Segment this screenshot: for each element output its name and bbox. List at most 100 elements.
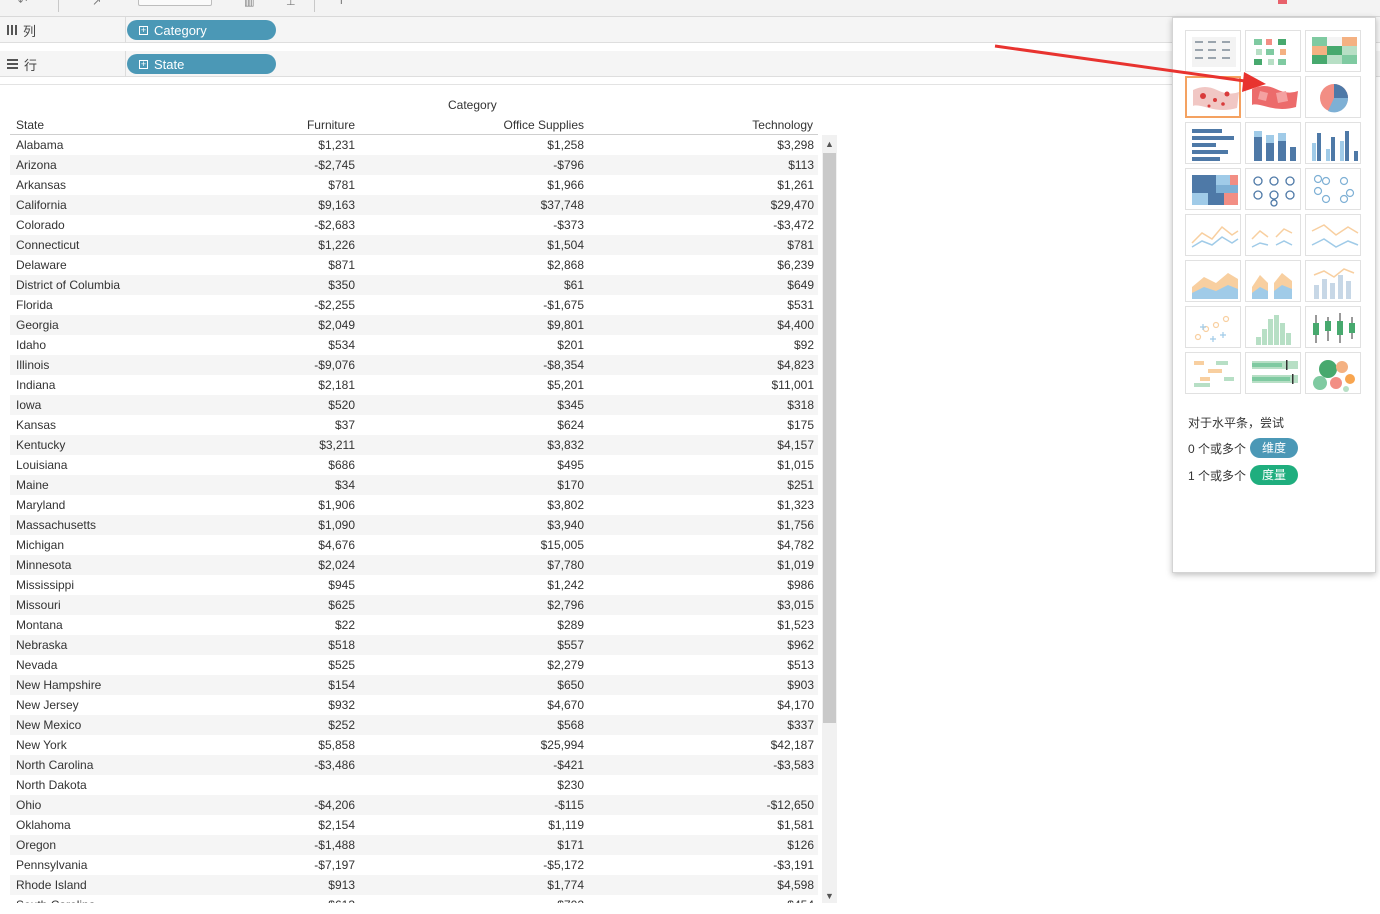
furniture-cell[interactable]: -$2,745 <box>314 158 355 172</box>
technology-cell[interactable]: $1,756 <box>777 518 814 532</box>
technology-cell[interactable]: -$3,191 <box>773 858 814 872</box>
furniture-cell[interactable]: $5,858 <box>318 738 355 752</box>
furniture-cell[interactable]: -$4,206 <box>314 798 355 812</box>
office-supplies-column-header[interactable]: Office Supplies <box>504 118 585 132</box>
furniture-cell[interactable]: $534 <box>328 338 355 352</box>
state-cell[interactable]: Iowa <box>16 398 41 412</box>
furniture-cell[interactable]: $932 <box>328 698 355 712</box>
furniture-cell[interactable]: $781 <box>328 178 355 192</box>
furniture-cell[interactable]: $2,024 <box>318 558 355 572</box>
furniture-cell[interactable]: $945 <box>328 578 355 592</box>
technology-cell[interactable]: $1,323 <box>777 498 814 512</box>
office-supplies-cell[interactable]: -$373 <box>553 218 584 232</box>
state-pill[interactable]: + State <box>127 54 276 74</box>
show-me-discrete-lines[interactable] <box>1245 214 1301 256</box>
state-cell[interactable]: Rhode Island <box>16 878 87 892</box>
state-cell[interactable]: Kentucky <box>16 438 65 452</box>
state-cell[interactable]: Michigan <box>16 538 64 552</box>
furniture-cell[interactable]: $4,676 <box>318 538 355 552</box>
office-supplies-cell[interactable]: $15,005 <box>541 538 584 552</box>
furniture-cell[interactable]: $1,226 <box>318 238 355 252</box>
state-cell[interactable]: New Jersey <box>16 698 79 712</box>
state-cell[interactable]: Missouri <box>16 598 61 612</box>
technology-cell[interactable]: $42,187 <box>771 738 814 752</box>
furniture-cell[interactable]: $520 <box>328 398 355 412</box>
state-cell[interactable]: Indiana <box>16 378 55 392</box>
technology-cell[interactable]: $6,239 <box>777 258 814 272</box>
office-supplies-cell[interactable]: $2,796 <box>547 598 584 612</box>
technology-cell[interactable]: $513 <box>787 658 814 672</box>
show-me-pie-chart[interactable] <box>1305 76 1361 118</box>
state-cell[interactable]: Nevada <box>16 658 57 672</box>
furniture-cell[interactable]: $154 <box>328 678 355 692</box>
office-supplies-cell[interactable]: $9,801 <box>547 318 584 332</box>
technology-cell[interactable]: $1,019 <box>777 558 814 572</box>
furniture-cell[interactable]: -$3,486 <box>314 758 355 772</box>
vertical-scrollbar[interactable]: ▲ ▼ <box>822 135 837 903</box>
state-cell[interactable]: South Carolina <box>16 898 95 903</box>
show-me-bullet-graph[interactable] <box>1245 352 1301 394</box>
office-supplies-cell[interactable]: $170 <box>557 478 584 492</box>
technology-cell[interactable]: $1,261 <box>777 178 814 192</box>
furniture-cell[interactable]: $9,163 <box>318 198 355 212</box>
state-cell[interactable]: Maryland <box>16 498 65 512</box>
state-cell[interactable]: Arkansas <box>16 178 66 192</box>
show-me-box-and-whisker[interactable] <box>1305 306 1361 348</box>
state-cell[interactable]: Connecticut <box>16 238 79 252</box>
office-supplies-cell[interactable]: $289 <box>557 618 584 632</box>
scroll-thumb[interactable] <box>823 153 836 723</box>
office-supplies-cell[interactable]: $2,279 <box>547 658 584 672</box>
show-me-area-continuous[interactable] <box>1185 260 1241 302</box>
technology-cell[interactable]: $11,001 <box>772 378 815 392</box>
office-supplies-cell[interactable]: $568 <box>557 718 584 732</box>
office-supplies-cell[interactable]: $1,504 <box>547 238 584 252</box>
category-header[interactable]: Category <box>448 98 497 112</box>
office-supplies-cell[interactable]: $3,832 <box>547 438 584 452</box>
office-supplies-cell[interactable]: $7,780 <box>547 558 584 572</box>
technology-cell[interactable]: $4,157 <box>777 438 814 452</box>
office-supplies-cell[interactable]: $1,966 <box>547 178 584 192</box>
office-supplies-cell[interactable]: -$796 <box>553 158 584 172</box>
technology-column-header[interactable]: Technology <box>752 118 813 132</box>
furniture-cell[interactable]: -$2,683 <box>314 218 355 232</box>
furniture-cell[interactable]: $252 <box>328 718 355 732</box>
technology-cell[interactable]: $781 <box>787 238 814 252</box>
office-supplies-cell[interactable]: $2,868 <box>547 258 584 272</box>
show-me-side-by-side-circles[interactable] <box>1305 168 1361 210</box>
furniture-cell[interactable]: $3,211 <box>319 438 355 452</box>
office-supplies-cell[interactable]: $1,119 <box>548 818 584 832</box>
office-supplies-cell[interactable]: $3,802 <box>547 498 584 512</box>
technology-cell[interactable]: $92 <box>794 338 814 352</box>
state-cell[interactable]: Louisiana <box>16 458 67 472</box>
show-me-treemap[interactable] <box>1185 168 1241 210</box>
state-cell[interactable]: Kansas <box>16 418 56 432</box>
state-cell[interactable]: Ohio <box>16 798 41 812</box>
furniture-cell[interactable]: $913 <box>328 878 355 892</box>
technology-cell[interactable]: $986 <box>787 578 814 592</box>
state-cell[interactable]: Mississippi <box>16 578 74 592</box>
technology-cell[interactable]: $251 <box>787 478 814 492</box>
technology-cell[interactable]: $903 <box>787 678 814 692</box>
technology-cell[interactable]: $1,015 <box>777 458 814 472</box>
technology-cell[interactable]: $454 <box>787 898 814 903</box>
furniture-cell[interactable]: $518 <box>328 638 355 652</box>
technology-cell[interactable]: $1,523 <box>777 618 814 632</box>
technology-cell[interactable]: $126 <box>787 838 814 852</box>
office-supplies-cell[interactable]: -$421 <box>553 758 584 772</box>
furniture-cell[interactable]: $2,181 <box>318 378 355 392</box>
state-cell[interactable]: North Carolina <box>16 758 93 772</box>
technology-cell[interactable]: $649 <box>787 278 814 292</box>
furniture-cell[interactable]: $2,049 <box>318 318 355 332</box>
state-cell[interactable]: Arizona <box>16 158 57 172</box>
state-column-header[interactable]: State <box>16 118 44 132</box>
state-cell[interactable]: Alabama <box>16 138 63 152</box>
furniture-cell[interactable]: $1,906 <box>318 498 355 512</box>
technology-cell[interactable]: $318 <box>787 398 814 412</box>
technology-cell[interactable]: $113 <box>788 158 814 172</box>
office-supplies-cell[interactable]: $4,670 <box>547 698 584 712</box>
office-supplies-cell[interactable]: $5,201 <box>547 378 584 392</box>
show-me-area-discrete[interactable] <box>1245 260 1301 302</box>
state-cell[interactable]: Nebraska <box>16 638 67 652</box>
state-cell[interactable]: Delaware <box>16 258 67 272</box>
furniture-cell[interactable]: -$7,197 <box>314 858 355 872</box>
